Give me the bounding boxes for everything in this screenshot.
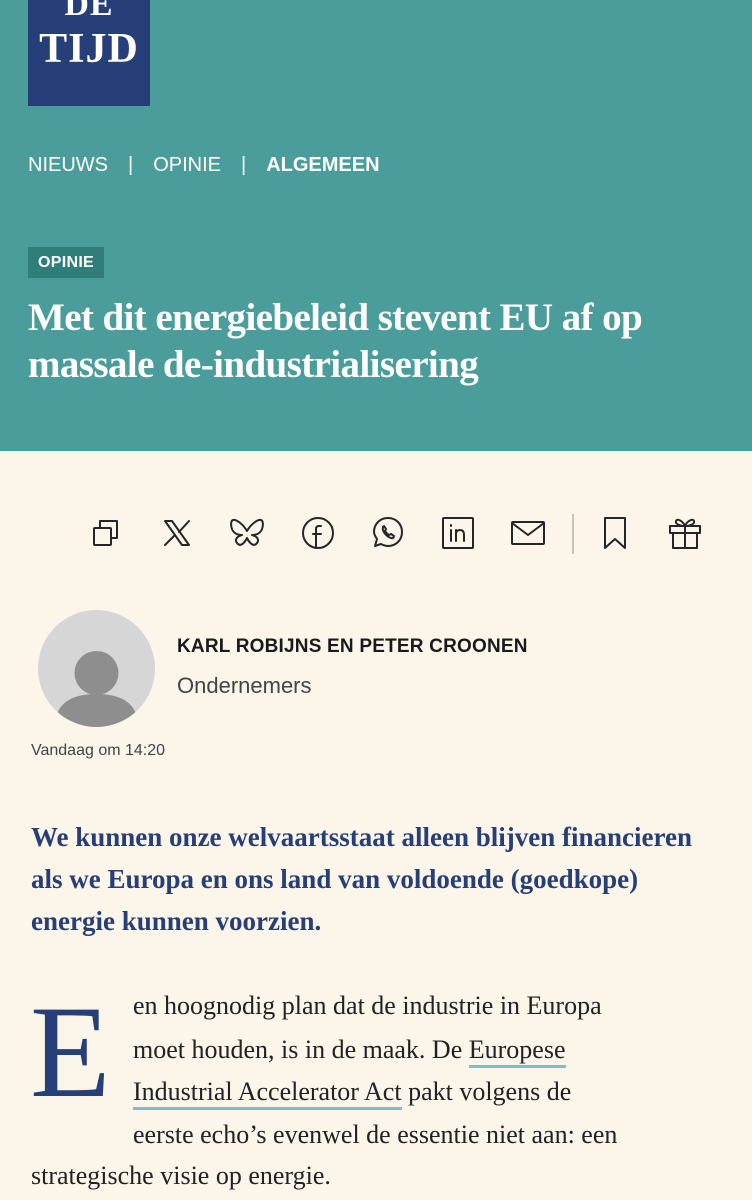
breadcrumb-algemeen[interactable]: ALGEMEEN [266,154,379,177]
facebook-icon[interactable] [298,513,338,553]
mail-icon[interactable] [508,513,548,553]
body-line: en hoognodig plan dat de industrie in Eu… [133,991,602,1020]
breadcrumb-opinie[interactable]: OPINIE [153,154,221,177]
bluesky-icon[interactable] [227,513,267,553]
share-toolbar [0,510,752,556]
body-line: strategische visie op energie. [31,1161,331,1190]
copy-icon[interactable] [86,513,126,553]
body-text: pakt volgens de [401,1077,572,1106]
breadcrumb: NIEUWS | OPINIE | ALGEMEEN [28,152,380,178]
article-header: DE TIJD NIEUWS | OPINIE | ALGEMEEN OPINI… [0,0,752,451]
whatsapp-icon[interactable] [368,513,408,553]
drop-cap: E [30,978,111,1125]
body-line: eerste echo’s evenwel de essentie niet a… [133,1120,618,1149]
article-headline: Met dit energiebeleid stevent EU af op m… [28,296,643,386]
body-line: moet houden, is in de maak. De Europese [133,1034,566,1068]
share-divider [572,514,574,554]
x-icon[interactable] [157,513,197,553]
article-lead: We kunnen onze welvaartsstaat alleen bli… [31,822,692,936]
breadcrumb-separator: | [128,153,134,176]
article-link[interactable]: Europese [468,1035,566,1068]
article-link[interactable]: Industrial Accelerator Act [133,1077,402,1110]
author-role: Ondernemers [177,673,312,698]
de-tijd-logo[interactable]: DE TIJD [28,0,150,106]
opinie-tag: OPINIE [28,247,105,278]
body-line: Industrial Accelerator Act pakt volgens … [133,1076,572,1110]
body-text: moet houden, is in de maak. De [133,1035,469,1064]
bookmark-icon[interactable] [595,513,635,553]
author-name[interactable]: KARL ROBIJNS EN PETER CROONEN [177,636,528,658]
breadcrumb-nieuws[interactable]: NIEUWS [28,154,108,177]
breadcrumb-separator: | [241,153,247,176]
author-avatar [38,610,155,727]
logo-line-1: DE [64,0,114,23]
publish-date: Vandaag om 14:20 [31,742,166,759]
gift-icon[interactable] [665,513,705,553]
person-icon [55,651,138,727]
logo-line-2: TIJD [39,26,139,72]
linkedin-icon[interactable] [438,513,478,553]
